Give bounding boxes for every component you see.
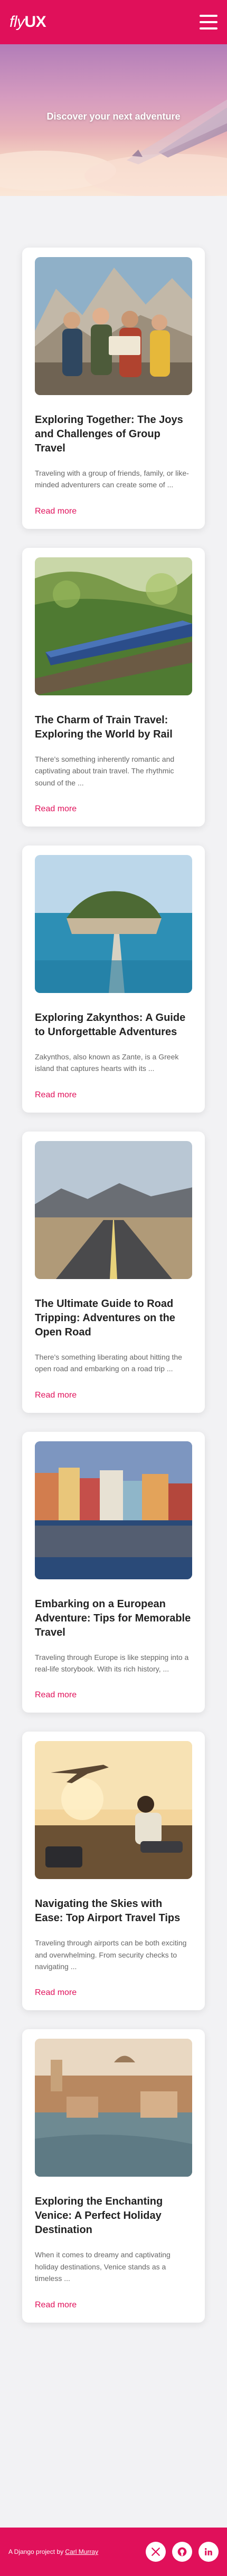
post-image-venice[interactable] [35, 2039, 192, 2177]
read-more-link[interactable]: Read more [35, 507, 77, 516]
hero-banner: Discover your next adventure [0, 44, 227, 196]
post-title: Exploring the Enchanting Venice: A Perfe… [35, 2196, 163, 2236]
post-card: Embarking on a European Adventure: Tips … [22, 1431, 205, 1713]
post-excerpt: Traveling with a group of friends, famil… [35, 469, 189, 489]
post-card: The Ultimate Guide to Road Tripping: Adv… [22, 1131, 205, 1413]
logo-ux: UX [24, 13, 46, 31]
post-card: Exploring the Enchanting Venice: A Perfe… [22, 2029, 205, 2323]
post-card: Exploring Together: The Joys and Challen… [22, 248, 205, 529]
read-more-link[interactable]: Read more [35, 1090, 77, 1100]
post-title: Embarking on a European Adventure: Tips … [35, 1598, 191, 1638]
post-list: Exploring Together: The Joys and Challen… [0, 196, 227, 2323]
footer: A Django project by Carl Murray [0, 2528, 227, 2576]
post-title: The Ultimate Guide to Road Tripping: Adv… [35, 1297, 175, 1338]
github-icon[interactable] [172, 2542, 192, 2562]
post-card: The Charm of Train Travel: Exploring the… [22, 547, 205, 827]
post-image-group-travel[interactable] [35, 257, 192, 395]
footer-prefix: A Django project by [8, 2548, 65, 2555]
post-excerpt: Traveling through airports can be both e… [35, 1939, 187, 1971]
read-more-link[interactable]: Read more [35, 804, 77, 814]
post-excerpt: When it comes to dreamy and captivating … [35, 2250, 171, 2283]
footer-text: A Django project by Carl Murray [8, 2548, 98, 2555]
read-more-link[interactable]: Read more [35, 1988, 77, 1998]
logo[interactable]: flyUX [10, 13, 46, 31]
navbar: flyUX [0, 0, 227, 44]
post-image-airport[interactable] [35, 1741, 192, 1880]
post-title: The Charm of Train Travel: Exploring the… [35, 714, 173, 740]
read-more-link[interactable]: Read more [35, 2300, 77, 2310]
post-image-europe[interactable] [35, 1441, 192, 1579]
post-image-road-trip[interactable] [35, 1140, 192, 1279]
post-title: Exploring Together: The Joys and Challen… [35, 414, 183, 454]
post-excerpt: Traveling through Europe is like steppin… [35, 1653, 189, 1673]
read-more-link[interactable]: Read more [35, 1690, 77, 1700]
footer-credit-link[interactable]: Carl Murray [65, 2548, 98, 2555]
post-card: Exploring Zakynthos: A Guide to Unforget… [22, 845, 205, 1113]
post-title: Navigating the Skies with Ease: Top Airp… [35, 1898, 181, 1924]
post-image-zakynthos[interactable] [35, 854, 192, 993]
post-image-train[interactable] [35, 557, 192, 695]
social-links [146, 2542, 219, 2562]
hero-title: Discover your next adventure [46, 111, 181, 122]
post-excerpt: There's something inherently romantic an… [35, 754, 175, 787]
logo-fly: fly [10, 13, 25, 31]
post-excerpt: Zakynthos, also known as Zante, is a Gre… [35, 1052, 179, 1073]
linkedin-icon[interactable] [198, 2542, 219, 2562]
read-more-link[interactable]: Read more [35, 1391, 77, 1400]
post-excerpt: There's something liberating about hitti… [35, 1352, 182, 1373]
x-twitter-icon[interactable] [146, 2542, 166, 2562]
post-card: Navigating the Skies with Ease: Top Airp… [22, 1732, 205, 2011]
post-title: Exploring Zakynthos: A Guide to Unforget… [35, 1011, 186, 1038]
hamburger-menu-icon[interactable] [200, 15, 217, 30]
